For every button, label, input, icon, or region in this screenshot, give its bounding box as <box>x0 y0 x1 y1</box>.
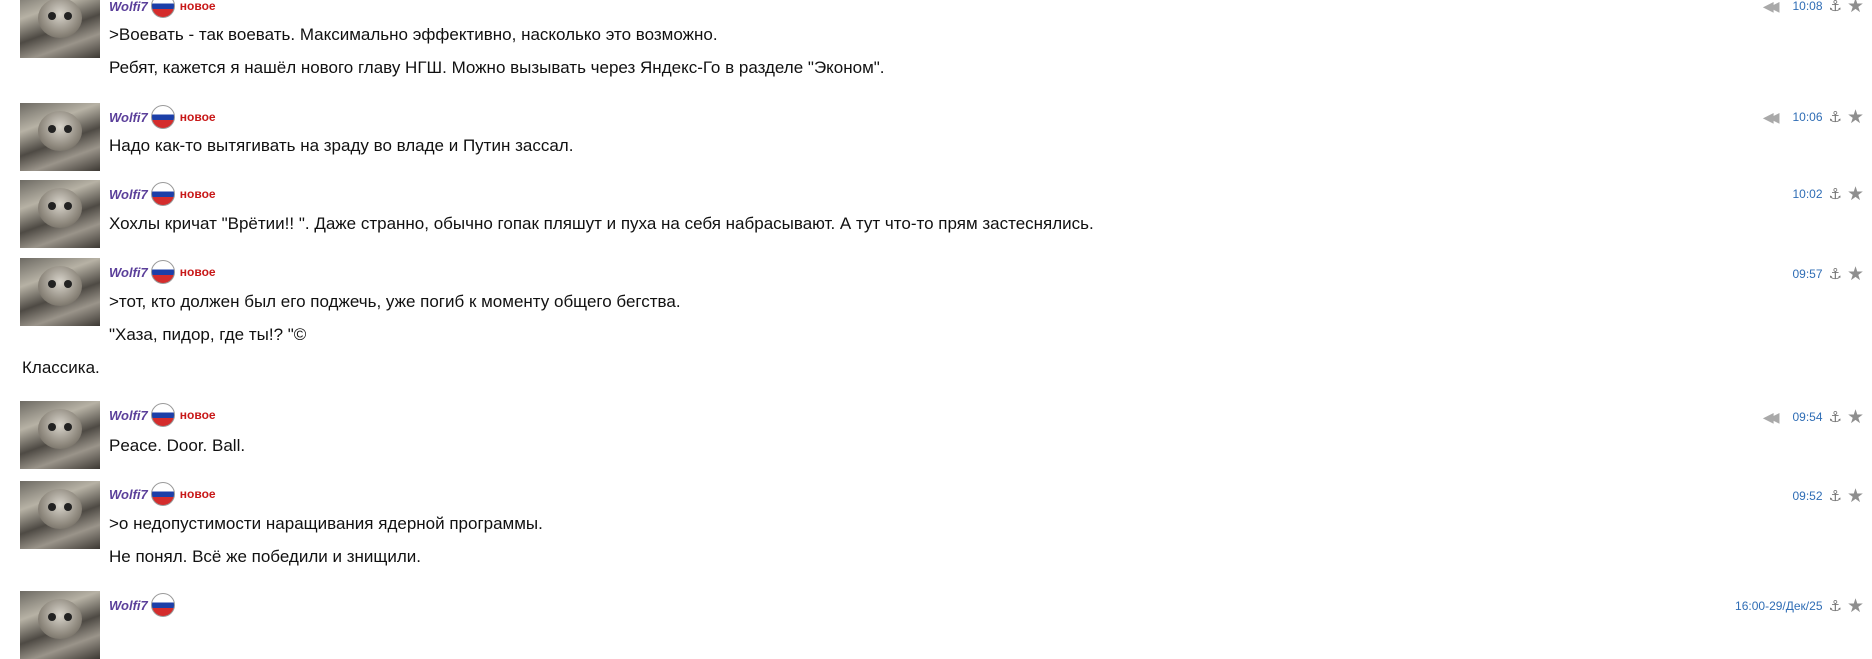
avatar[interactable] <box>20 180 100 248</box>
russia-flag-icon <box>150 0 175 18</box>
post-text: Хохлы кричат "Врётии!! ". Даже странно, … <box>109 214 1094 233</box>
post-time-link[interactable]: 10:02 <box>1792 187 1822 201</box>
star-icon[interactable]: ★ <box>1847 485 1864 508</box>
new-badge: новое <box>179 110 216 124</box>
star-icon[interactable]: ★ <box>1847 263 1864 286</box>
new-badge: новое <box>179 265 216 279</box>
post-time-link[interactable]: 10:08 <box>1792 0 1822 13</box>
post-time-link[interactable]: 16:00-29/Дек/25 <box>1735 599 1822 613</box>
star-icon[interactable]: ★ <box>1847 106 1864 129</box>
russia-flag-icon <box>150 105 175 129</box>
anchor-icon[interactable]: ⚓ <box>1829 108 1842 126</box>
new-badge: новое <box>179 487 216 501</box>
avatar[interactable] <box>20 591 100 659</box>
post-text: >о недопустимости наращивания ядерной пр… <box>109 514 543 533</box>
star-icon[interactable]: ★ <box>1847 406 1864 429</box>
anchor-icon[interactable]: ⚓ <box>1829 265 1842 283</box>
anchor-icon[interactable]: ⚓ <box>1829 185 1842 203</box>
anchor-icon[interactable]: ⚓ <box>1829 0 1842 15</box>
author-name[interactable]: Wolfi7 <box>109 0 148 14</box>
author-name[interactable]: Wolfi7 <box>109 187 148 202</box>
rewind-icon[interactable]: ◀◀ <box>1763 409 1779 426</box>
anchor-icon[interactable]: ⚓ <box>1829 597 1842 615</box>
post-text: "Хаза, пидор, где ты!? "© <box>109 325 307 344</box>
post-time-link[interactable]: 09:57 <box>1792 267 1822 281</box>
post-text: >тот, кто должен был его поджечь, уже по… <box>109 292 681 311</box>
post-text: >Воевать - так воевать. Максимально эффе… <box>109 25 718 44</box>
author-name[interactable]: Wolfi7 <box>109 408 148 423</box>
avatar[interactable] <box>20 401 100 469</box>
avatar[interactable] <box>20 258 100 326</box>
rewind-icon[interactable]: ◀◀ <box>1763 0 1779 15</box>
new-badge: новое <box>179 408 216 422</box>
post-time-link[interactable]: 09:54 <box>1792 410 1822 424</box>
russia-flag-icon <box>150 182 175 206</box>
new-badge: новое <box>179 0 216 13</box>
post-text: Классика. <box>22 358 100 377</box>
post-time-link[interactable]: 09:52 <box>1792 489 1822 503</box>
russia-flag-icon <box>150 593 175 617</box>
russia-flag-icon <box>150 403 175 427</box>
author-name[interactable]: Wolfi7 <box>109 265 148 280</box>
rewind-icon[interactable]: ◀◀ <box>1763 109 1779 126</box>
post-text: Ребят, кажется я нашёл нового главу НГШ.… <box>109 58 885 77</box>
new-badge: новое <box>179 187 216 201</box>
avatar[interactable] <box>20 481 100 549</box>
author-name[interactable]: Wolfi7 <box>109 598 148 613</box>
author-name[interactable]: Wolfi7 <box>109 110 148 125</box>
post-text: Не понял. Всё же победили и знищили. <box>109 547 422 566</box>
avatar[interactable] <box>20 103 100 171</box>
anchor-icon[interactable]: ⚓ <box>1829 487 1842 505</box>
post-text: Надо как-то вытягивать на зраду во владе… <box>109 136 574 155</box>
star-icon[interactable]: ★ <box>1847 0 1864 18</box>
star-icon[interactable]: ★ <box>1847 595 1864 618</box>
russia-flag-icon <box>150 260 175 284</box>
anchor-icon[interactable]: ⚓ <box>1829 408 1842 426</box>
author-name[interactable]: Wolfi7 <box>109 487 148 502</box>
russia-flag-icon <box>150 482 175 506</box>
avatar[interactable] <box>20 0 100 58</box>
post-time-link[interactable]: 10:06 <box>1792 110 1822 124</box>
post-text: Peace. Door. Ball. <box>109 436 246 455</box>
star-icon[interactable]: ★ <box>1847 183 1864 206</box>
